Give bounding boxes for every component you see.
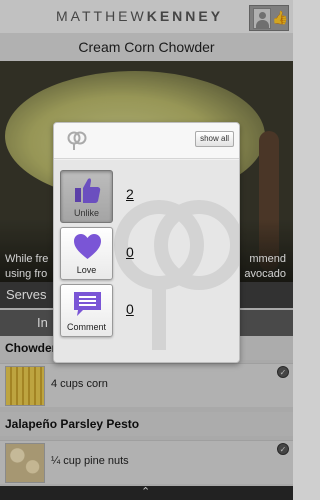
comment-button[interactable]: Comment — [60, 284, 113, 337]
comment-count[interactable]: 0 — [126, 301, 134, 317]
show-all-button[interactable]: show all — [195, 131, 234, 147]
logo-watermark-icon — [114, 200, 239, 350]
love-count[interactable]: 0 — [126, 244, 134, 260]
unlike-count[interactable]: 2 — [126, 186, 134, 202]
comment-icon — [74, 292, 101, 316]
unlike-button[interactable]: Unlike — [60, 170, 113, 223]
heart-icon — [74, 234, 101, 259]
reaction-label: Unlike — [73, 208, 99, 218]
reaction-label: Comment — [66, 322, 106, 332]
love-button[interactable]: Love — [60, 227, 113, 280]
reactions-list: Unlike 2 Love 0 Comment 0 — [54, 160, 239, 362]
reactions-popup: show all Unlike 2 Love 0 Comment 0 — [53, 122, 240, 363]
popup-header: show all — [54, 123, 239, 159]
thumbs-up-icon — [75, 178, 101, 203]
app-logo-icon — [67, 131, 87, 150]
reaction-label: Love — [76, 265, 97, 275]
